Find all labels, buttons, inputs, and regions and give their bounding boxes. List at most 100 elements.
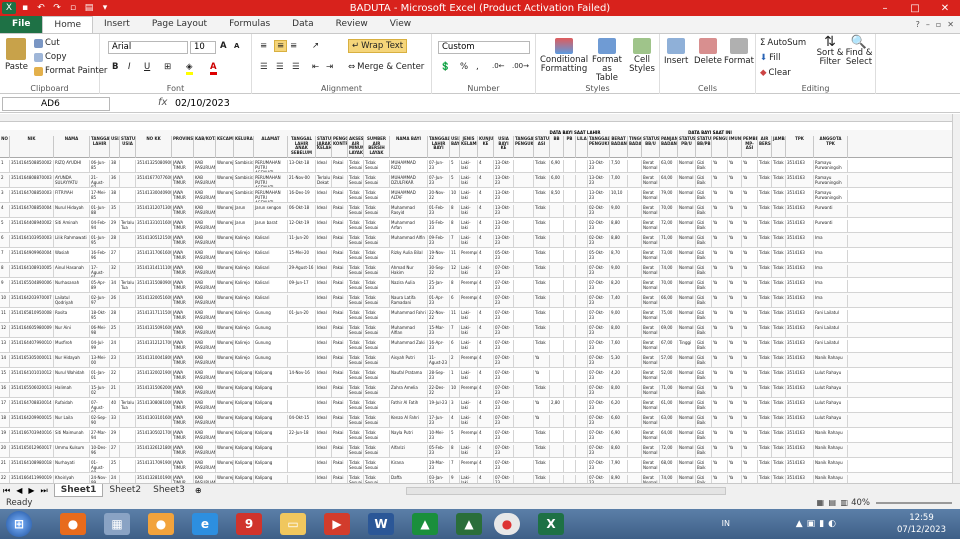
table-cell[interactable]: Berat Normal (642, 385, 660, 397)
table-cell[interactable]: JAWA TIMUR (172, 205, 194, 217)
table-cell[interactable]: Kalisari (254, 235, 288, 247)
column-header[interactable]: STATUS USIA (120, 136, 136, 158)
table-cell[interactable]: Tidak Sesuai (364, 355, 390, 367)
table-cell[interactable]: Gizi Baik (696, 160, 712, 172)
table-cell[interactable]: 05-Okt-23 (494, 250, 514, 262)
column-header[interactable]: TANGGAL PENGUKURAN (514, 136, 534, 158)
table-cell[interactable]: Nanik Rahayu (814, 355, 848, 367)
table-cell[interactable]: 8,80 (610, 235, 628, 247)
table-cell[interactable]: Pakai (332, 295, 348, 307)
align-left-icon[interactable]: ☰ (260, 62, 268, 72)
table-cell[interactable]: Laki-laki (460, 220, 478, 232)
table-cell[interactable]: 3514165012960017 (10, 445, 54, 457)
table-cell[interactable]: 9 (450, 475, 460, 483)
table-cell[interactable]: KAB PASURUAN (194, 205, 216, 217)
table-cell[interactable]: 4,20 (610, 370, 628, 382)
maximize-icon[interactable]: □ (900, 0, 930, 16)
table-cell[interactable]: Tidak (772, 355, 786, 367)
table-cell[interactable]: Wonorejo (216, 265, 234, 277)
table-cell[interactable]: Ya (728, 430, 742, 442)
shrink-font-icon[interactable]: A (234, 42, 239, 50)
table-cell[interactable]: Pakai (332, 460, 348, 472)
table-cell[interactable] (628, 400, 642, 412)
table-row[interactable]: 12 3514164605980009 Nur Aini 06-Mei-98 25 351… (0, 323, 952, 338)
table-cell[interactable] (628, 370, 642, 382)
table-cell[interactable]: 6,20 (610, 400, 628, 412)
table-cell[interactable]: Tidak (758, 190, 772, 202)
table-cell[interactable]: Tidak Sesuai (364, 175, 390, 187)
table-cell[interactable]: Berat Normal (642, 310, 660, 322)
table-cell[interactable]: 13-Okt-23 (494, 190, 514, 202)
table-cell[interactable]: 13-Okt-23 (494, 160, 514, 172)
table-cell[interactable] (288, 295, 316, 307)
table-cell[interactable] (550, 340, 564, 352)
table-cell[interactable]: Ya (712, 250, 728, 262)
table-cell[interactable]: Ideal (316, 415, 332, 427)
table-cell[interactable]: 29 (110, 430, 120, 442)
table-cell[interactable]: Ya (742, 355, 758, 367)
percent-icon[interactable]: % (460, 62, 468, 72)
workbook-close-icon[interactable]: ✕ (947, 20, 954, 29)
table-cell[interactable]: 3514164108980018 (10, 460, 54, 472)
fill-color-icon[interactable]: ◈ (186, 62, 193, 75)
table-cell[interactable]: Ya (728, 205, 742, 217)
table-cell[interactable]: Wonorejo (216, 475, 234, 483)
table-cell[interactable]: 3514164209900015 (10, 415, 54, 427)
table-cell[interactable]: Ya (742, 430, 758, 442)
table-cell[interactable]: Ya (742, 205, 758, 217)
table-cell[interactable]: Tidak Sesuai (348, 325, 364, 337)
table-cell[interactable]: Tidak (758, 385, 772, 397)
table-cell[interactable]: 02-Okt-23 (588, 205, 610, 217)
table-cell[interactable]: 5 (450, 160, 460, 172)
table-cell[interactable]: 13 (0, 340, 10, 352)
table-cell[interactable]: Ya (742, 325, 758, 337)
table-cell[interactable]: Tidak (758, 475, 772, 483)
minimize-icon[interactable]: – (870, 0, 900, 16)
table-cell[interactable]: Ya (742, 190, 758, 202)
table-cell[interactable]: 3514163 (786, 250, 814, 262)
table-cell[interactable]: Ya (712, 415, 728, 427)
table-cell[interactable]: 3514165810950008 (10, 310, 54, 322)
table-cell[interactable] (576, 415, 588, 427)
table-cell[interactable] (564, 160, 576, 172)
table-cell[interactable]: 07-Okt-23 (588, 415, 610, 427)
page-layout-view-icon[interactable]: ▤ (828, 497, 836, 509)
table-cell[interactable]: 13-Okt-18 (288, 160, 316, 172)
table-cell[interactable]: Ya (728, 340, 742, 352)
table-cell[interactable]: JAWA TIMUR (172, 355, 194, 367)
table-cell[interactable]: KAB PASURUAN (194, 460, 216, 472)
table-cell[interactable]: 3514130512150002 (136, 235, 172, 247)
table-cell[interactable]: Ya (712, 310, 728, 322)
tab-view[interactable]: View (379, 16, 422, 33)
table-cell[interactable]: 13-Mei-00 (90, 355, 110, 367)
table-cell[interactable]: JAWA TIMUR (172, 325, 194, 337)
table-cell[interactable]: Ya (712, 400, 728, 412)
table-cell[interactable]: Pakai (332, 370, 348, 382)
table-cell[interactable]: 14-Nov-16 (288, 370, 316, 382)
table-cell[interactable]: Pakai (332, 355, 348, 367)
table-cell[interactable]: Tidak (534, 160, 550, 172)
table-cell[interactable] (628, 460, 642, 472)
table-cell[interactable]: 66,00 (660, 295, 678, 307)
table-cell[interactable]: Tidak Sesuai (348, 160, 364, 172)
table-cell[interactable]: Berat Normal (642, 265, 660, 277)
table-cell[interactable]: 79,00 (660, 190, 678, 202)
table-cell[interactable]: 07-Okt-23 (494, 415, 514, 427)
table-cell[interactable]: Tidak (534, 295, 550, 307)
table-row[interactable]: 6 3514164103950003 Lilik Rahmawati 01-Jun-9… (0, 233, 952, 248)
table-cell[interactable]: 28-Sep-23 (428, 370, 450, 382)
table-cell[interactable]: Tidak (534, 385, 550, 397)
table-cell[interactable] (576, 370, 588, 382)
table-row[interactable]: 4 3514164708850004 Nurul Hidayah 01-Jun-88 3… (0, 203, 952, 218)
table-cell[interactable]: Tidak Sesuai (348, 220, 364, 232)
table-cell[interactable]: 3514131411110004 (136, 265, 172, 277)
table-cell[interactable]: 4 (478, 220, 494, 232)
table-cell[interactable]: Gizi Baik (696, 370, 712, 382)
table-cell[interactable]: Tidak Sesuai (364, 340, 390, 352)
table-cell[interactable] (120, 325, 136, 337)
increase-indent-icon[interactable]: ⇥ (326, 62, 333, 72)
table-cell[interactable]: Tidak (772, 340, 786, 352)
table-cell[interactable]: 5 (450, 430, 460, 442)
table-cell[interactable]: Tidak Sesuai (364, 190, 390, 202)
table-cell[interactable]: Gunung (254, 325, 288, 337)
